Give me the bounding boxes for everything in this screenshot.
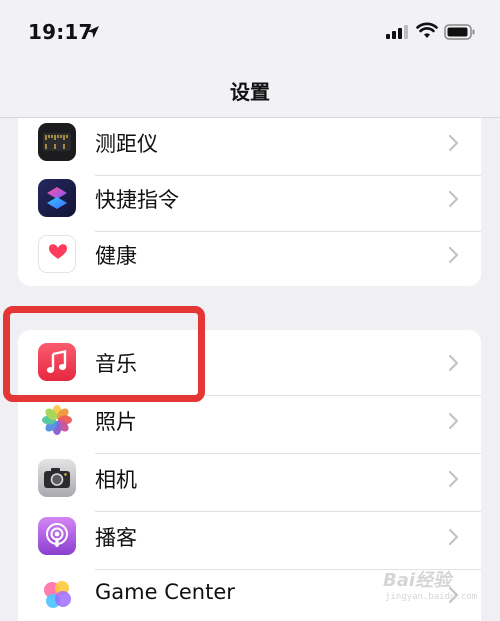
battery-icon	[444, 24, 475, 40]
settings-row-podcasts[interactable]: 播客	[18, 512, 481, 570]
measure-icon	[38, 123, 76, 161]
watermark-sub-text: jingyan.baidu.com	[385, 592, 478, 602]
settings-row-measure[interactable]: 测距仪	[18, 118, 481, 176]
navigation-bar: 设置	[0, 62, 500, 118]
watermark: Bai经验 jingyan.baidu.com	[383, 566, 493, 614]
page-title: 设置	[230, 80, 270, 104]
settings-row-label: 相机	[95, 468, 137, 492]
settings-row-label: 健康	[95, 244, 137, 268]
settings-row-label: Game Center	[95, 580, 235, 604]
chevron-right-icon	[448, 134, 459, 152]
settings-row-label: 播客	[95, 526, 137, 550]
cellular-signal-icon	[386, 25, 408, 39]
settings-row-label: 测距仪	[95, 132, 158, 156]
shortcuts-icon	[38, 179, 76, 217]
chevron-right-icon	[448, 190, 459, 208]
chevron-right-icon	[448, 412, 459, 430]
status-time: 19:17	[28, 20, 93, 44]
settings-group-1: 测距仪 快捷指令 健康	[18, 118, 481, 286]
podcasts-icon	[38, 517, 76, 555]
chevron-right-icon	[448, 246, 459, 264]
status-bar: 19:17	[0, 0, 500, 62]
settings-row-label: 快捷指令	[95, 188, 179, 212]
settings-row-health[interactable]: 健康	[18, 230, 481, 288]
settings-row-shortcuts[interactable]: 快捷指令	[18, 174, 481, 232]
location-arrow-icon	[87, 26, 99, 38]
highlight-annotation-box	[3, 306, 205, 402]
settings-row-label: 照片	[95, 410, 137, 434]
chevron-right-icon	[448, 528, 459, 546]
game-center-icon	[38, 575, 76, 613]
health-icon	[38, 235, 76, 273]
settings-row-photos[interactable]: 照片	[18, 396, 481, 454]
chevron-right-icon	[448, 354, 459, 372]
wifi-icon	[416, 22, 438, 38]
settings-row-camera[interactable]: 相机	[18, 454, 481, 512]
photos-icon	[38, 401, 76, 439]
watermark-main-text: Bai经验	[383, 570, 452, 591]
camera-icon	[38, 459, 76, 497]
chevron-right-icon	[448, 470, 459, 488]
